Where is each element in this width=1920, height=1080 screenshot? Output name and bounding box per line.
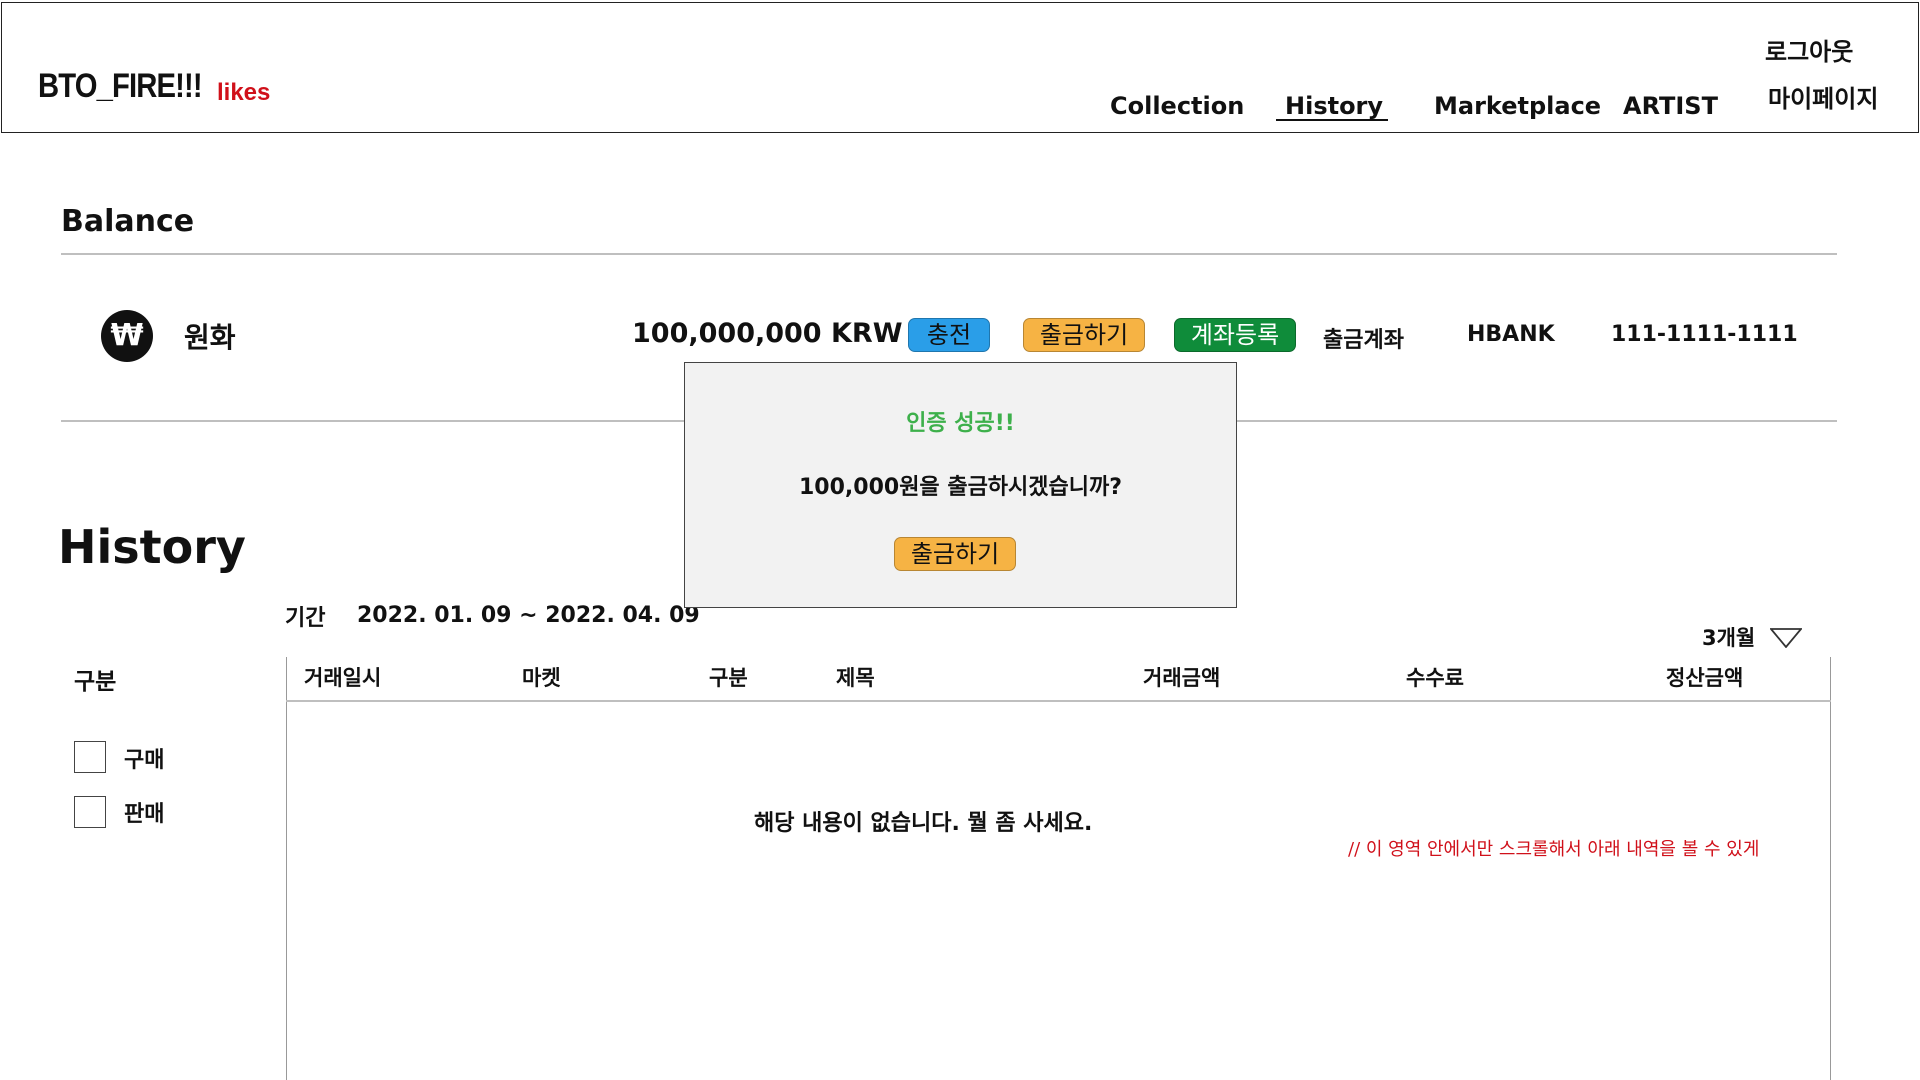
register-account-button[interactable]: 계좌등록 xyxy=(1174,318,1296,352)
balance-amount: 100,000,000 KRW xyxy=(632,318,903,349)
filter-sell-checkbox[interactable] xyxy=(74,796,106,828)
logo[interactable]: BTO_FIRE!!! xyxy=(38,67,203,106)
withdraw-button[interactable]: 출금하기 xyxy=(1023,318,1145,352)
logo-likes: likes xyxy=(217,79,271,106)
filter-sell-label: 판매 xyxy=(124,802,165,827)
history-title: History xyxy=(58,520,246,574)
column-header: 거래일시 xyxy=(304,666,382,690)
won-currency-icon: ₩ xyxy=(101,310,153,362)
period-select[interactable]: 3개월 xyxy=(1702,622,1755,652)
bank-name: HBANK xyxy=(1467,322,1555,347)
nav-history[interactable]: History xyxy=(1285,92,1383,120)
column-header: 거래금액 xyxy=(1143,666,1221,690)
logout-link[interactable]: 로그아웃 xyxy=(1765,32,1853,67)
withdraw-account-label: 출금계좌 xyxy=(1323,328,1404,353)
currency-name: 원화 xyxy=(184,321,236,354)
history-table[interactable] xyxy=(286,657,1831,1080)
auth-success-text: 인증 성공!! xyxy=(906,411,1015,436)
account-number: 111-1111-1111 xyxy=(1611,322,1798,347)
filter-buy-checkbox[interactable] xyxy=(74,741,106,773)
modal-withdraw-button[interactable]: 출금하기 xyxy=(894,537,1016,571)
nav-artist[interactable]: ARTIST xyxy=(1623,92,1718,120)
withdraw-question: 100,000원을 출금하시겠습니까? xyxy=(798,475,1123,500)
nav-active-underline xyxy=(1276,119,1388,121)
nav-marketplace[interactable]: Marketplace xyxy=(1434,92,1601,120)
balance-divider-top xyxy=(61,253,1837,255)
column-header: 마켓 xyxy=(522,666,561,690)
filter-title: 구분 xyxy=(74,669,117,695)
column-header: 제목 xyxy=(836,666,875,690)
charge-button[interactable]: 충전 xyxy=(908,318,990,352)
annotation-note: // 이 영역 안에서만 스크롤해서 아래 내역을 볼 수 있게 xyxy=(1348,839,1760,860)
nav-collection[interactable]: Collection xyxy=(1110,92,1244,120)
period-label: 기간 xyxy=(285,606,326,631)
table-header-divider xyxy=(286,700,1831,702)
balance-title: Balance xyxy=(61,204,195,239)
chevron-down-icon[interactable] xyxy=(1770,628,1802,648)
empty-message: 해당 내용이 없습니다. 뭘 좀 사세요. xyxy=(754,811,1093,836)
column-header: 정산금액 xyxy=(1666,666,1744,690)
filter-buy-label: 구매 xyxy=(124,748,165,773)
mypage-link[interactable]: 마이페이지 xyxy=(1768,79,1878,114)
period-range[interactable]: 2022. 01. 09 ~ 2022. 04. 09 xyxy=(357,603,700,628)
column-header: 구분 xyxy=(709,666,748,690)
column-header: 수수료 xyxy=(1406,666,1464,690)
withdraw-confirm-modal: 인증 성공!! 100,000원을 출금하시겠습니까? 출금하기 xyxy=(684,362,1237,608)
